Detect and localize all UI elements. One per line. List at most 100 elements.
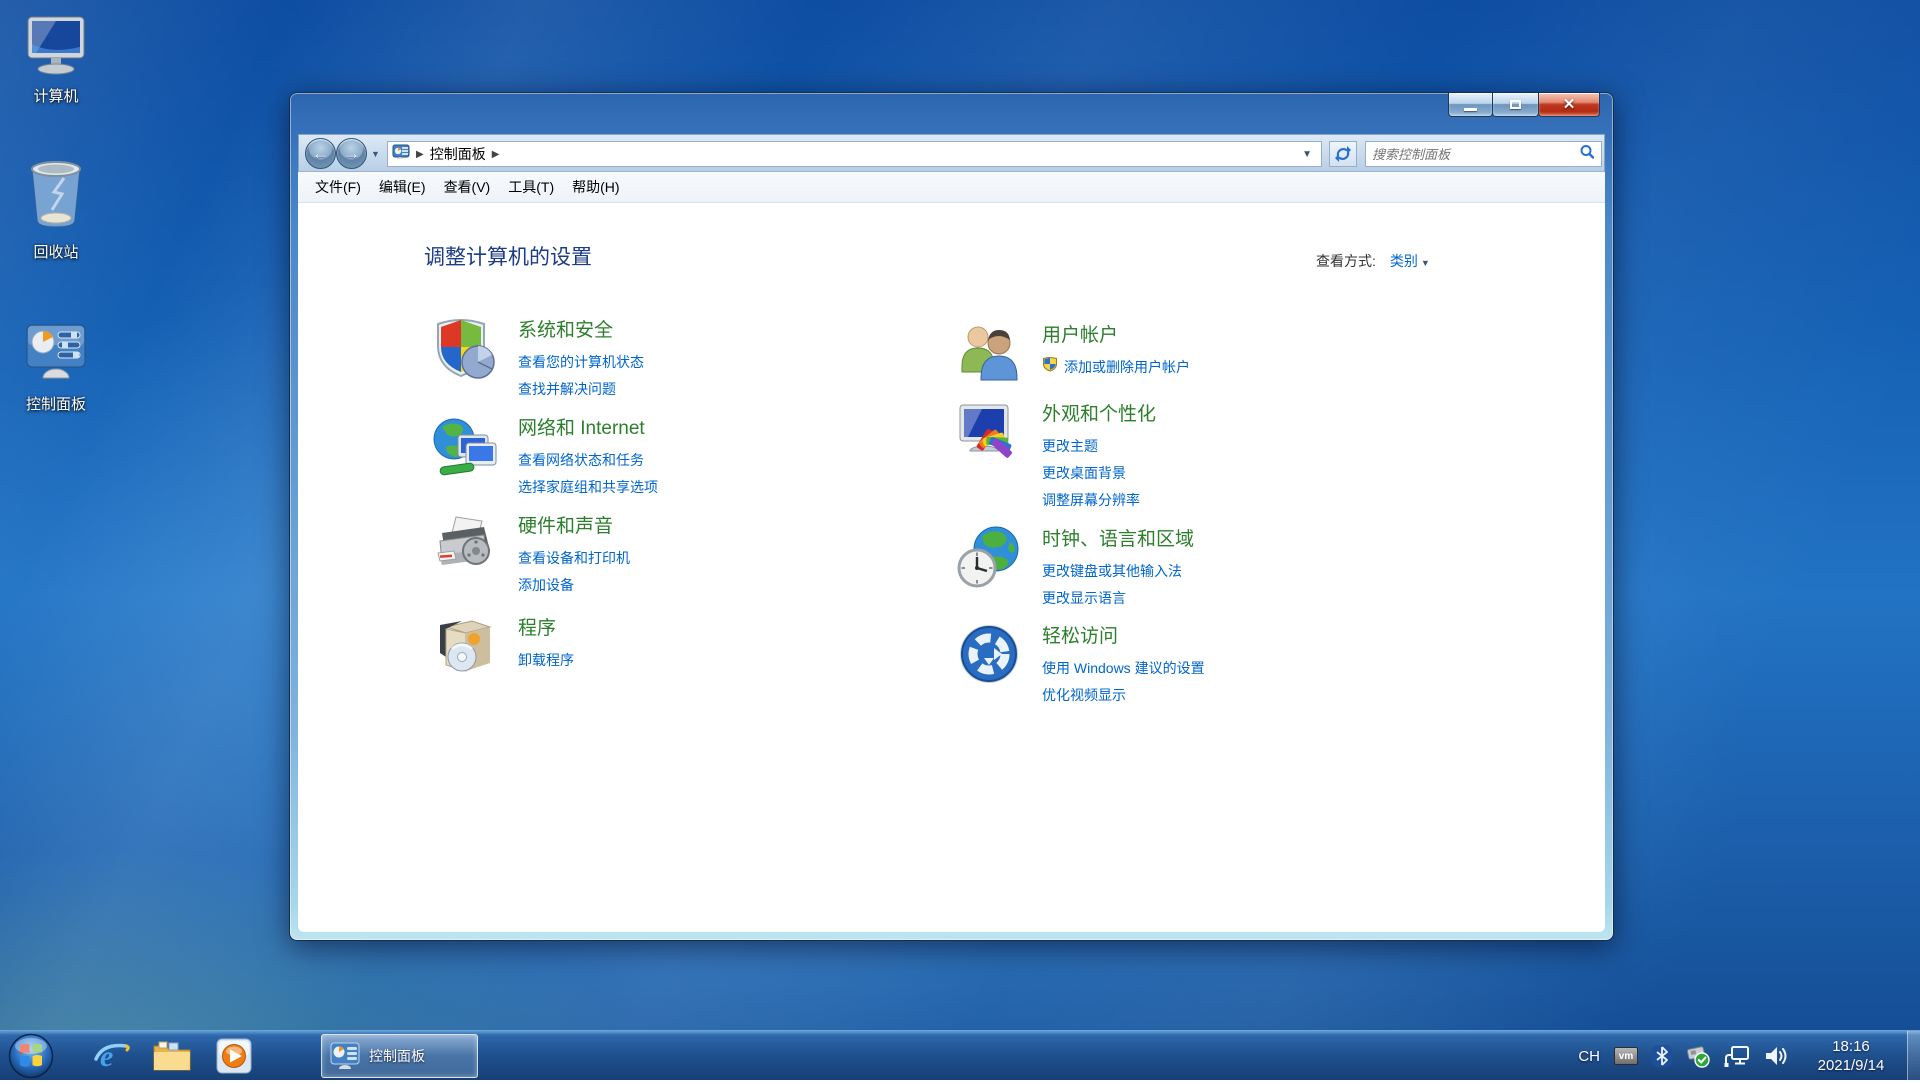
category-task-link[interactable]: 添加或删除用户帐户	[1042, 354, 1396, 381]
programs-icon[interactable]	[432, 613, 498, 679]
window-titlebar[interactable]: ✕	[290, 93, 1613, 134]
category-title-link[interactable]: 网络和 Internet	[518, 413, 872, 440]
category-network-internet: 网络和 Internet 查看网络状态和任务 选择家庭组和共享选项	[432, 413, 872, 501]
vmware-tray-icon[interactable]: vm	[1614, 1047, 1638, 1065]
clock[interactable]: 18:16 2021/9/14	[1801, 1037, 1901, 1075]
category-task-link[interactable]: 添加设备	[518, 572, 872, 599]
menu-file[interactable]: 文件(F)	[306, 173, 370, 201]
close-icon: ✕	[1562, 95, 1576, 113]
category-task-link[interactable]: 更改显示语言	[1042, 585, 1396, 612]
menu-bar: 文件(F) 编辑(E) 查看(V) 工具(T) 帮助(H)	[298, 172, 1605, 203]
category-task-link[interactable]: 查看网络状态和任务	[518, 447, 872, 474]
desktop-icon-recycle-bin[interactable]: 回收站	[4, 158, 108, 262]
desktop-icon-label: 控制面板	[25, 396, 86, 413]
taskbar-internet-explorer[interactable]: e	[92, 1037, 132, 1075]
desktop-icon-label: 计算机	[33, 88, 79, 105]
folder-icon	[153, 1041, 191, 1071]
recycle-bin-icon	[24, 161, 88, 236]
search-input[interactable]	[1372, 146, 1579, 162]
category-title-link[interactable]: 轻松访问	[1042, 621, 1396, 648]
control-panel-icon	[23, 324, 89, 388]
category-task-link[interactable]: 查看您的计算机状态	[518, 349, 872, 376]
category-task-link[interactable]: 更改键盘或其他输入法	[1042, 558, 1396, 585]
breadcrumb-control-panel[interactable]: 控制面板	[430, 144, 486, 164]
category-task-link[interactable]: 更改主题	[1042, 433, 1396, 460]
category-task-link[interactable]: 卸载程序	[518, 647, 872, 674]
taskbar-file-explorer[interactable]	[152, 1037, 192, 1075]
menu-view[interactable]: 查看(V)	[435, 173, 500, 201]
category-title-link[interactable]: 硬件和声音	[518, 511, 872, 538]
search-box[interactable]	[1365, 141, 1602, 167]
maximize-icon	[1510, 100, 1521, 109]
category-title-link[interactable]: 时钟、语言和区域	[1042, 524, 1396, 551]
forward-arrow-icon: →	[343, 143, 360, 163]
category-task-link[interactable]: 选择家庭组和共享选项	[518, 474, 872, 501]
appearance-personalization-icon[interactable]	[956, 399, 1022, 465]
category-ease-of-access: 轻松访问 使用 Windows 建议的设置 优化视频显示	[956, 621, 1396, 709]
clock-language-region-icon[interactable]	[956, 524, 1022, 590]
address-bar[interactable]: ▶ 控制面板 ▶ ▼	[387, 141, 1322, 167]
view-by-value-link[interactable]: 类别	[1390, 253, 1418, 269]
menu-tools[interactable]: 工具(T)	[499, 173, 563, 201]
category-title-link[interactable]: 程序	[518, 613, 872, 640]
category-task-link[interactable]: 查找并解决问题	[518, 376, 872, 403]
control-panel-icon	[330, 1042, 360, 1069]
clock-date: 2021/9/14	[1817, 1057, 1885, 1074]
menu-help[interactable]: 帮助(H)	[563, 173, 628, 201]
system-tray: CH vm 18:16 2021/9/14	[1571, 1031, 1920, 1081]
network-icon[interactable]	[1724, 1044, 1750, 1068]
safely-remove-hardware-icon[interactable]	[1686, 1044, 1710, 1068]
close-button[interactable]: ✕	[1538, 93, 1600, 117]
show-desktop-button[interactable]	[1907, 1031, 1920, 1081]
category-task-link[interactable]: 优化视频显示	[1042, 682, 1396, 709]
desktop-icon-control-panel[interactable]: 控制面板	[4, 322, 108, 414]
windows-logo-icon	[8, 1033, 54, 1079]
refresh-icon	[1335, 146, 1351, 162]
desktop-wallpaper: 计算机 回收站 控制面板 ✕ ← → ▼ ▶ 控制面板 ▶ ▼ 搜索控制面板 文…	[0, 0, 1920, 1081]
hardware-sound-icon[interactable]	[432, 511, 498, 577]
system-security-icon[interactable]	[432, 315, 498, 381]
category-appearance-personalization: 外观和个性化 更改主题 更改桌面背景 调整屏幕分辨率	[956, 399, 1396, 514]
category-title-link[interactable]: 用户帐户	[1042, 320, 1396, 347]
forward-button[interactable]: →	[336, 138, 367, 169]
maximize-button[interactable]	[1492, 93, 1539, 117]
desktop-icon-label: 回收站	[33, 244, 79, 261]
category-task-link[interactable]: 使用 Windows 建议的设置	[1042, 655, 1396, 682]
computer-icon	[22, 16, 90, 80]
category-system-security: 系统和安全 查看您的计算机状态 查找并解决问题	[432, 315, 872, 403]
taskbar-active-task-control-panel[interactable]: 控制面板	[321, 1034, 478, 1078]
view-by-label: 查看方式:	[1316, 253, 1376, 269]
taskbar: e 控制面板 CH vm 18:16 2021/9/14	[0, 1030, 1920, 1081]
refresh-button[interactable]	[1329, 141, 1357, 167]
volume-icon[interactable]	[1764, 1044, 1790, 1068]
category-title-link[interactable]: 系统和安全	[518, 315, 872, 342]
taskbar-media-player[interactable]	[214, 1037, 254, 1075]
category-task-link[interactable]: 更改桌面背景	[1042, 460, 1396, 487]
ease-of-access-icon[interactable]	[956, 621, 1022, 687]
network-internet-icon[interactable]	[432, 413, 498, 479]
category-clock-language-region: 时钟、语言和区域 更改键盘或其他输入法 更改显示语言	[956, 524, 1396, 612]
window-content: 调整计算机的设置 查看方式: 类别 ▼ 系统和安全 查看您的计算机状态 查找并解…	[298, 203, 1605, 932]
category-programs: 程序 卸载程序	[432, 613, 872, 674]
back-button[interactable]: ←	[305, 138, 336, 169]
window-controls: ✕	[1448, 93, 1600, 117]
recent-pages-dropdown[interactable]: ▼	[371, 149, 380, 159]
user-accounts-icon[interactable]	[956, 320, 1022, 386]
start-button[interactable]	[8, 1033, 54, 1079]
minimize-button[interactable]	[1448, 93, 1493, 117]
clock-time: 18:16	[1832, 1038, 1870, 1055]
bluetooth-icon[interactable]	[1652, 1044, 1672, 1068]
chevron-down-icon: ▼	[1420, 258, 1430, 268]
search-icon[interactable]	[1579, 144, 1595, 165]
desktop-icon-computer[interactable]: 计算机	[4, 14, 108, 106]
uac-shield-icon	[1042, 354, 1058, 381]
category-task-link[interactable]: 查看设备和打印机	[518, 545, 872, 572]
category-user-accounts: 用户帐户 添加或删除用户帐户	[956, 320, 1396, 381]
category-task-link[interactable]: 调整屏幕分辨率	[1042, 487, 1396, 514]
language-indicator[interactable]: CH	[1578, 1048, 1600, 1065]
category-title-link[interactable]: 外观和个性化	[1042, 399, 1396, 426]
category-task-link-label: 添加或删除用户帐户	[1064, 359, 1190, 375]
menu-edit[interactable]: 编辑(E)	[370, 173, 435, 201]
page-title: 调整计算机的设置	[424, 246, 592, 269]
address-dropdown-icon[interactable]: ▼	[1297, 149, 1317, 160]
